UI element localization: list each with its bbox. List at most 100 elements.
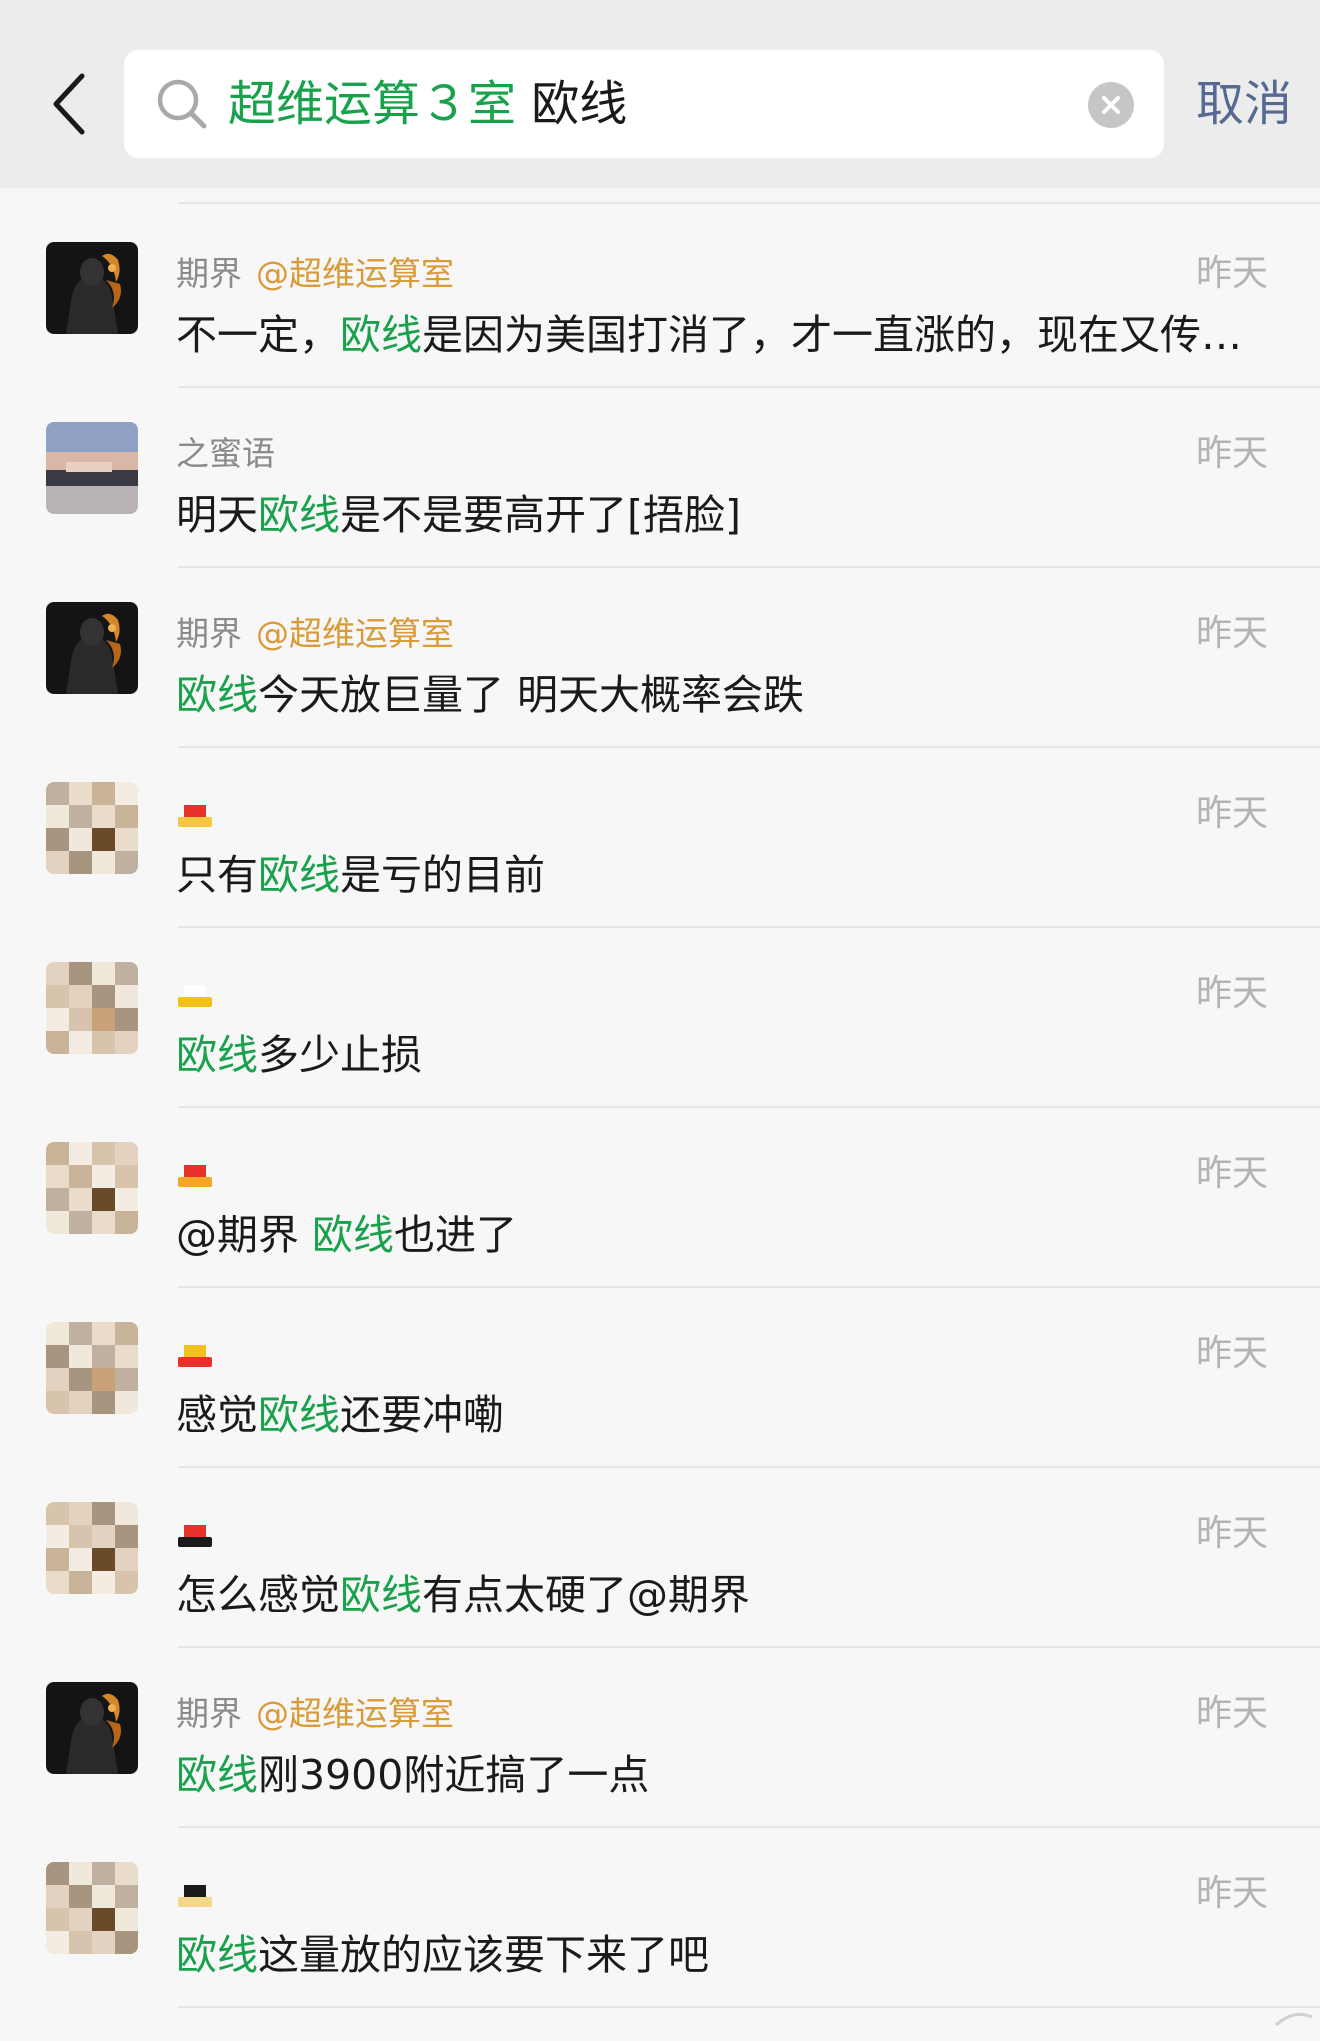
- sender-name: 期界: [176, 1694, 242, 1733]
- avatar[interactable]: [46, 1862, 138, 1954]
- message-keyword: 欧线: [258, 491, 340, 539]
- message-time: 昨天: [1195, 1693, 1268, 1734]
- message-keyword: 欧线: [258, 1391, 340, 1439]
- message-prefix: 不一定，: [176, 311, 340, 359]
- level-badge-icon: [178, 1164, 212, 1187]
- sender-line: [176, 1150, 232, 1198]
- level-badge-icon: [178, 984, 212, 1007]
- sender-line: 期界 @超维运算室: [176, 250, 454, 298]
- search-result-item[interactable]: 期界 @超维运算室 昨天 不一定，欧线是因为美国打消了，才一直涨的，现在又传…: [0, 208, 1320, 388]
- divider: [178, 2006, 1320, 2008]
- level-badge-icon: [178, 1524, 212, 1547]
- message-suffix: 也进了: [394, 1211, 518, 1259]
- message-text: 感觉欧线还要冲嘞: [176, 1384, 1276, 1446]
- search-result-item[interactable]: 昨天 欧线这量放的应该要下来了吧: [0, 1828, 1320, 2008]
- divider: [178, 202, 1320, 204]
- message-text: 怎么感觉欧线有点太硬了@期界: [176, 1564, 1276, 1626]
- message-text: 欧线今天放巨量了 明天大概率会跌: [176, 664, 1276, 726]
- clear-search-button[interactable]: [1088, 82, 1134, 128]
- cancel-button[interactable]: 取消: [1196, 50, 1292, 158]
- message-prefix: 感觉: [176, 1391, 258, 1439]
- message-prefix: 怎么感觉: [176, 1571, 340, 1619]
- message-keyword: 欧线: [176, 1751, 258, 1799]
- message-text: @期界 欧线也进了: [176, 1204, 1276, 1266]
- message-keyword: 欧线: [176, 671, 258, 719]
- avatar[interactable]: [46, 1682, 138, 1774]
- avatar[interactable]: [46, 962, 138, 1054]
- avatar[interactable]: [46, 1502, 138, 1594]
- sender-line: 期界 @超维运算室: [176, 1690, 454, 1738]
- message-suffix: 是因为美国打消了，才一直涨的，现在又传…: [422, 311, 1242, 359]
- avatar[interactable]: [46, 1322, 138, 1414]
- avatar-image: [46, 602, 138, 694]
- message-suffix: 今天放巨量了 明天大概率会跌: [258, 671, 805, 719]
- message-suffix: 这量放的应该要下来了吧: [258, 1931, 709, 1979]
- sender-name: 期界: [176, 254, 242, 293]
- message-keyword: 欧线: [176, 1031, 258, 1079]
- search-result-item[interactable]: 昨天 感觉欧线还要冲嘞: [0, 1288, 1320, 1468]
- avatar[interactable]: [46, 782, 138, 874]
- message-suffix: 刚3900附近搞了一点: [258, 1751, 650, 1799]
- level-badge-icon: [178, 1344, 212, 1367]
- avatar-image: [46, 962, 138, 1054]
- sender-group-mention: @超维运算室: [256, 614, 454, 653]
- avatar-image: [46, 1502, 138, 1594]
- search-result-item[interactable]: 昨天 @期界 欧线也进了: [0, 1108, 1320, 1288]
- avatar[interactable]: [46, 1142, 138, 1234]
- avatar-image: [46, 782, 138, 874]
- search-result-item[interactable]: 期界 @超维运算室 昨天欧线今天放巨量了 明天大概率会跌: [0, 568, 1320, 748]
- message-time: 昨天: [1195, 1153, 1268, 1194]
- message-time: 昨天: [1195, 1873, 1268, 1914]
- message-keyword: 欧线: [340, 311, 422, 359]
- search-result-item[interactable]: 昨天欧线多少止损: [0, 928, 1320, 1108]
- message-keyword: 欧线: [258, 851, 340, 899]
- sender-group-mention: @超维运算室: [256, 1694, 454, 1733]
- avatar-image: [46, 1322, 138, 1414]
- search-input[interactable]: 超维运算３室 欧线: [124, 50, 1164, 158]
- avatar[interactable]: [46, 242, 138, 334]
- message-time: 昨天: [1195, 1513, 1268, 1554]
- sender-line: [176, 790, 232, 838]
- back-button[interactable]: [44, 66, 96, 142]
- message-keyword: 欧线: [312, 1211, 395, 1259]
- message-text: 不一定，欧线是因为美国打消了，才一直涨的，现在又传…: [176, 304, 1276, 366]
- sender-line: 之蜜语: [176, 430, 289, 478]
- search-result-item[interactable]: 昨天怎么感觉欧线有点太硬了@期界: [0, 1468, 1320, 1648]
- message-prefix: @期界: [176, 1211, 313, 1259]
- message-suffix: 还要冲嘞: [340, 1391, 504, 1439]
- avatar-image: [46, 422, 138, 514]
- search-header: 超维运算３室 欧线 取消: [0, 0, 1320, 188]
- message-text: 明天欧线是不是要高开了[捂脸]: [176, 484, 1276, 546]
- sender-line: 期界 @超维运算室: [176, 610, 454, 658]
- sender-line: [176, 1510, 232, 1558]
- avatar[interactable]: [46, 422, 138, 514]
- message-prefix: 只有: [176, 851, 258, 899]
- sender-line: [176, 1330, 232, 1378]
- avatar-image: [46, 242, 138, 334]
- message-text: 欧线刚3900附近搞了一点: [176, 1744, 1276, 1806]
- message-prefix: 明天: [176, 491, 258, 539]
- sender-line: [176, 970, 232, 1018]
- sender-name: 期界: [176, 614, 242, 653]
- message-time: 昨天: [1195, 433, 1268, 474]
- message-suffix: 有点太硬了@期界: [422, 1571, 750, 1619]
- message-suffix: 是亏的目前: [340, 851, 545, 899]
- message-time: 昨天: [1195, 613, 1268, 654]
- message-text: 只有欧线是亏的目前: [176, 844, 1276, 906]
- level-badge-icon: [178, 1884, 212, 1907]
- message-time: 昨天: [1195, 973, 1268, 1014]
- sender-line: [176, 1870, 232, 1918]
- search-result-item[interactable]: 昨天 只有欧线是亏的目前: [0, 748, 1320, 928]
- search-query[interactable]: 超维运算３室 欧线: [228, 50, 627, 158]
- avatar-image: [46, 1862, 138, 1954]
- search-icon: [157, 79, 207, 129]
- search-result-item[interactable]: 之蜜语 昨天明天欧线是不是要高开了[捂脸]: [0, 388, 1320, 568]
- scroll-indicator: [1275, 2012, 1313, 2027]
- chevron-left-icon: [53, 73, 85, 135]
- search-result-item[interactable]: 期界 @超维运算室 昨天欧线刚3900附近搞了一点: [0, 1648, 1320, 1828]
- avatar-image: [46, 1142, 138, 1234]
- clear-circle-icon: [1102, 96, 1120, 114]
- message-suffix: 多少止损: [258, 1031, 422, 1079]
- avatar[interactable]: [46, 602, 138, 694]
- sender-group-mention: @超维运算室: [256, 254, 454, 293]
